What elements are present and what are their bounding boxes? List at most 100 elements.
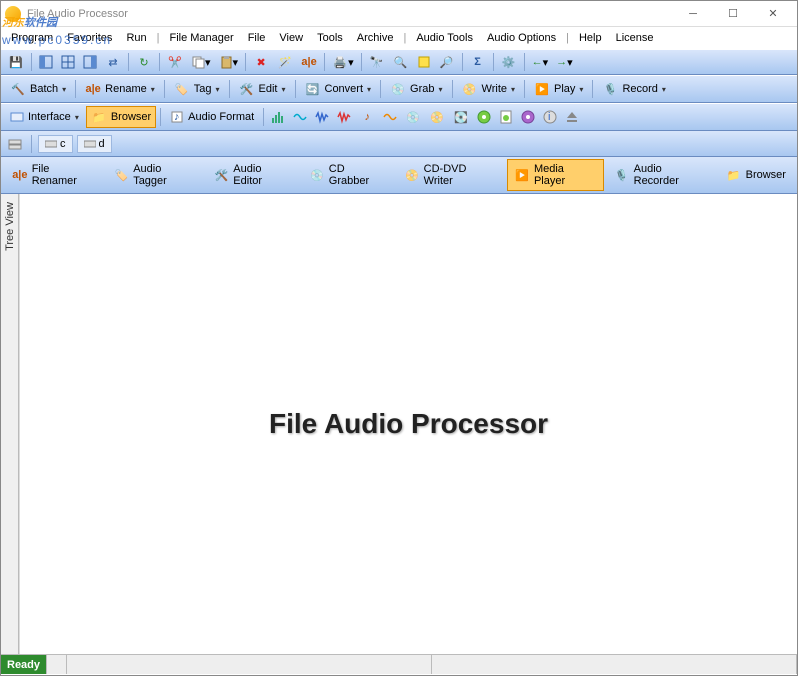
back-icon[interactable]: ←▾ [529, 52, 552, 72]
cut-icon[interactable]: ✂️ [164, 52, 186, 72]
tab-audio-editor[interactable]: 🛠️Audio Editor [207, 159, 300, 191]
rename-label: Rename [105, 83, 147, 95]
grab-dropdown[interactable]: 💿Grab▾ [385, 78, 447, 100]
minimize-button[interactable]: ─ [673, 2, 713, 26]
note-icon[interactable]: ♪ [356, 107, 378, 127]
disc-info-icon[interactable]: i [540, 107, 560, 127]
interface-label: Interface [28, 111, 71, 123]
menu-run[interactable]: Run [120, 30, 152, 46]
tab-media-player[interactable]: ▶️Media Player [507, 159, 604, 191]
statusbar: Ready [1, 654, 797, 674]
copy-icon[interactable]: ▾ [188, 52, 214, 72]
tree-view-label: Tree View [4, 202, 16, 251]
menu-tools[interactable]: Tools [311, 30, 349, 46]
sigma-icon[interactable]: Σ [467, 52, 489, 72]
rename-dropdown[interactable]: a|eRename▾ [80, 78, 160, 100]
status-cell-3 [432, 655, 797, 674]
search-icon[interactable]: 🔍 [390, 52, 412, 72]
tab-browser-label: Browser [746, 169, 786, 181]
status-cell-2 [67, 655, 432, 674]
print-icon[interactable]: 🖨️▾ [329, 52, 357, 72]
toolbar-sep [159, 53, 160, 71]
interface-dropdown[interactable]: Interface▾ [5, 107, 84, 127]
wave-orange-icon[interactable] [380, 107, 400, 127]
batch-dropdown[interactable]: 🔨Batch▾ [5, 78, 71, 100]
menu-license[interactable]: License [610, 30, 660, 46]
disc-green-icon[interactable] [474, 107, 494, 127]
module-tabs: a|eFile Renamer 🏷️Audio Tagger 🛠️Audio E… [1, 157, 797, 194]
toolbar-sep [295, 80, 296, 98]
menubar: Program Favorites Run | File Manager Fil… [1, 27, 797, 49]
refresh-icon[interactable]: ↻ [133, 52, 155, 72]
toolbar-sep [31, 53, 32, 71]
highlight-icon[interactable] [414, 52, 434, 72]
play-dropdown[interactable]: ▶️Play▾ [529, 78, 588, 100]
toolbar-main: 💾 ⇄ ↻ ✂️ ▾ ▾ ✖ 🪄 a|e 🖨️▾ 🔭 🔍 🔎 Σ ⚙️ ←▾ →… [1, 49, 797, 75]
toolbar-sep [128, 53, 129, 71]
toolbar-sep [452, 80, 453, 98]
record-dropdown[interactable]: 🎙️Record▾ [597, 78, 670, 100]
tab-audio-recorder[interactable]: 🎙️Audio Recorder [607, 159, 716, 191]
disc-purple-icon[interactable] [518, 107, 538, 127]
tree-view-panel[interactable]: Tree View [1, 194, 19, 654]
toolbar-sep [324, 53, 325, 71]
write-label: Write [482, 83, 507, 95]
menu-audio-tools[interactable]: Audio Tools [410, 30, 479, 46]
batch-label: Batch [30, 83, 58, 95]
toolbar-interface: Interface▾ 📁Browser ♪Audio Format ♪ 💿 📀 … [1, 103, 797, 131]
copy-disc-icon[interactable]: 📀 [426, 107, 448, 127]
tab-cd-grabber[interactable]: 💿CD Grabber [302, 159, 394, 191]
menu-archive[interactable]: Archive [351, 30, 400, 46]
play-label: Play [554, 83, 575, 95]
menu-view[interactable]: View [273, 30, 309, 46]
convert-dropdown[interactable]: 🔄Convert▾ [300, 78, 377, 100]
tab-audio-tagger[interactable]: 🏷️Audio Tagger [106, 159, 203, 191]
drive-d[interactable]: d [77, 135, 112, 153]
write-dropdown[interactable]: 📀Write▾ [457, 78, 520, 100]
wave-blue-icon[interactable] [312, 107, 332, 127]
audio-format-dropdown[interactable]: ♪Audio Format [165, 107, 259, 127]
menu-file-manager[interactable]: File Manager [163, 30, 239, 46]
drive-c[interactable]: c [38, 135, 73, 153]
panel-left-icon[interactable] [36, 52, 56, 72]
zoom-icon[interactable]: 🔎 [436, 52, 458, 72]
save-icon[interactable]: 💾 [5, 52, 27, 72]
maximize-button[interactable]: ☐ [713, 2, 753, 26]
drive-d-label: d [99, 138, 105, 150]
close-button[interactable]: ✕ [753, 2, 793, 26]
disc-folder-icon[interactable]: 💽 [450, 107, 472, 127]
menu-audio-options[interactable]: Audio Options [481, 30, 562, 46]
menu-program[interactable]: Program [5, 30, 59, 46]
disc-doc-icon[interactable] [496, 107, 516, 127]
browser-button[interactable]: 📁Browser [86, 106, 156, 128]
rename-inline-icon[interactable]: a|e [298, 52, 320, 72]
spectrum-icon[interactable] [268, 107, 288, 127]
delete-icon[interactable]: ✖ [250, 52, 272, 72]
panel-grid-icon[interactable] [58, 52, 78, 72]
swap-panels-icon[interactable]: ⇄ [102, 52, 124, 72]
status-ready: Ready [1, 655, 47, 674]
disc1-icon[interactable]: 💿 [402, 107, 424, 127]
panel-right-icon[interactable] [80, 52, 100, 72]
paste-icon[interactable]: ▾ [216, 52, 242, 72]
wave-red-icon[interactable] [334, 107, 354, 127]
menu-file[interactable]: File [242, 30, 272, 46]
tab-file-renamer[interactable]: a|eFile Renamer [5, 159, 103, 191]
edit-label: Edit [259, 83, 278, 95]
wand-icon[interactable]: 🪄 [274, 52, 296, 72]
svg-text:♪: ♪ [174, 111, 180, 123]
tab-browser[interactable]: 📁Browser [719, 163, 793, 187]
main-content: File Audio Processor [19, 194, 797, 654]
menu-help[interactable]: Help [573, 30, 608, 46]
eject-icon[interactable] [562, 107, 582, 127]
toolbar-sep [462, 53, 463, 71]
forward-icon[interactable]: →▾ [553, 52, 576, 72]
menu-favorites[interactable]: Favorites [61, 30, 118, 46]
edit-dropdown[interactable]: 🛠️Edit▾ [234, 78, 291, 100]
tag-dropdown[interactable]: 🏷️Tag▾ [169, 78, 225, 100]
wave-cyan-icon[interactable] [290, 107, 310, 127]
find-icon[interactable]: 🔭 [366, 52, 388, 72]
drives-icon[interactable] [5, 134, 25, 154]
tab-cd-dvd-writer[interactable]: 📀CD-DVD Writer [397, 159, 504, 191]
gear-icon[interactable]: ⚙️ [498, 52, 520, 72]
